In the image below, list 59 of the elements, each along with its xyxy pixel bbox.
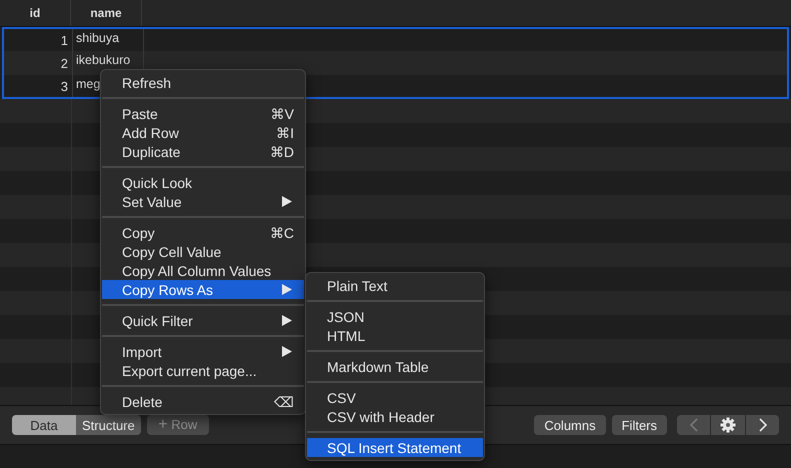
chevron-left-icon (688, 418, 698, 432)
menu-item[interactable]: Copy All Column Values (102, 261, 304, 280)
shortcut-label: ⌘D (270, 144, 294, 160)
menu-item[interactable]: Set Value (102, 192, 304, 211)
menu-item-label: Duplicate (122, 144, 182, 160)
menu-item[interactable]: CSV (307, 388, 483, 407)
shortcut-label: ⌘I (276, 124, 294, 140)
chevron-right-icon (758, 418, 768, 432)
menu-item-label: CSV with Header (327, 408, 436, 424)
settings-button[interactable] (711, 415, 745, 435)
menu-item[interactable]: Quick Look (102, 173, 304, 192)
menu-item-label: Export current page... (122, 362, 258, 378)
menu-item[interactable]: Delete ⌫ (102, 392, 304, 411)
menu-item[interactable]: Duplicate ⌘D (102, 142, 304, 161)
menu-item-label: Set Value (122, 194, 183, 210)
menu-item-label: Delete (122, 394, 164, 410)
menu-item[interactable]: Copy Rows As (102, 280, 304, 299)
menu-item[interactable]: SQL Insert Statement (307, 438, 483, 457)
menu-item[interactable]: Import (102, 342, 304, 361)
menu-item-label: SQL Insert Statement (327, 440, 462, 456)
menu-item-label: Copy All Column Values (122, 262, 272, 278)
next-button[interactable] (746, 415, 779, 435)
menu-item[interactable]: Add Row ⌘I (102, 123, 304, 142)
table-row[interactable]: 2 ikebukuro (2, 51, 789, 75)
menu-item[interactable]: Markdown Table (307, 357, 483, 376)
menu-item[interactable]: CSV with Header (307, 407, 483, 426)
menu-item-label: Plain Text (327, 278, 388, 294)
menu-item-label: Import (122, 344, 163, 360)
menu-item-label: Quick Look (122, 174, 194, 190)
menu-item-label: CSV (327, 390, 357, 406)
settings-icon (720, 417, 736, 433)
menu-item[interactable]: Paste ⌘V (102, 104, 304, 123)
table-row[interactable]: 1 shibuya (2, 27, 789, 51)
menu-item-label: Copy Cell Value (122, 244, 222, 260)
menu-item[interactable]: JSON (307, 307, 483, 326)
table-cell: 3 (4, 75, 73, 97)
toolbar-button[interactable]: Columns (534, 415, 606, 435)
menu-item-label: Markdown Table (327, 358, 430, 374)
menu-item-label: Copy (122, 224, 156, 240)
toolbar-button[interactable]: Filters (612, 415, 667, 435)
column-header[interactable]: name (71, 0, 142, 26)
menu-item[interactable]: Quick Filter (102, 311, 304, 330)
shortcut-label: ⌫ (274, 394, 294, 410)
menu-item-label: Paste (122, 106, 159, 122)
menu-item-label: HTML (327, 328, 366, 344)
menu-item[interactable]: Copy Cell Value (102, 242, 304, 261)
menu-item[interactable]: Export current page... (102, 361, 304, 380)
menu-item-label: Add Row (122, 124, 180, 140)
view-tab[interactable]: Data (12, 415, 76, 435)
shortcut-label: ⌘V (270, 106, 294, 122)
menu-item[interactable]: Plain Text (307, 276, 483, 295)
view-tab[interactable]: Structure (76, 415, 141, 435)
column-header[interactable]: id (0, 0, 71, 26)
menu-item[interactable]: Copy ⌘C (102, 223, 304, 242)
menu-item-label: Quick Filter (122, 312, 194, 328)
menu-item[interactable]: HTML (307, 326, 483, 345)
menu-item-label: Copy Rows As (122, 282, 214, 298)
shortcut-label: ⌘C (270, 224, 294, 240)
menu-item-label: JSON (327, 308, 366, 324)
